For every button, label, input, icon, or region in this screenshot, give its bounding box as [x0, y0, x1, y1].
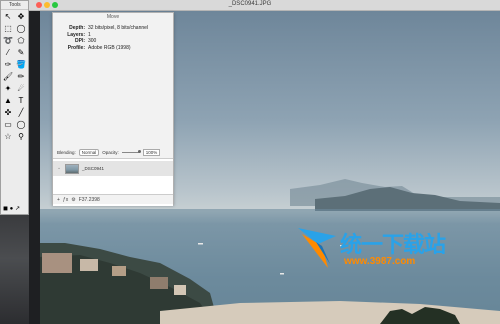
inspector-footer: + ƒx ⚙ F37.2398 — [53, 194, 173, 204]
move-icon[interactable]: ✥ — [15, 11, 27, 23]
quick-select-icon[interactable]: ✎ — [15, 47, 27, 59]
add-layer-icon[interactable]: + — [57, 197, 60, 203]
tools-palette: Tools ↖ ✥ ⬚ ◯ ➰ ⬠ ⁄ ✎ ✑ 🪣 🖌 ✏ ✦ ☄ ▲ T ✜ ╱ ▭ ◯ ☆ ⚲ ◼ ● ↗ — [0, 0, 29, 215]
coords-readout: F37.2398 — [78, 196, 100, 203]
clone-icon[interactable]: ✦ — [2, 83, 14, 95]
smudge-icon[interactable]: ☄ — [15, 83, 27, 95]
inspector-title: Move — [106, 14, 120, 20]
paint-bucket-icon[interactable]: 🪣 — [15, 59, 27, 71]
layer-controls: Blending: Normal Opacity: 100% — [57, 149, 169, 156]
opacity-field[interactable]: 100% — [142, 149, 161, 156]
lasso-icon[interactable]: ➰ — [2, 35, 14, 47]
shape-icon[interactable]: ✜ — [2, 107, 14, 119]
tools-grid: ↖ ✥ ⬚ ◯ ➰ ⬠ ⁄ ✎ ✑ 🪣 🖌 ✏ ✦ ☄ ▲ T ✜ ╱ ▭ ◯ ☆ ⚲ — [1, 10, 28, 144]
arrow-icon[interactable]: ↖ — [2, 11, 14, 23]
layer-row[interactable]: ◦ _DSC0941 — [53, 161, 173, 176]
eyedropper-icon[interactable]: ✑ — [2, 59, 14, 71]
image-info: Depth: 32 bits/pixel, 8 bits/channel Lay… — [53, 25, 148, 51]
opacity-slider[interactable] — [121, 150, 141, 153]
watermark-url: www.3987.com — [344, 256, 416, 267]
window-titlebar: _DSC0941.JPG — [0, 0, 500, 11]
layers-inspector: Move Depth: 32 bits/pixel, 8 bits/channe… — [52, 12, 174, 206]
opacity-label: Opacity: — [102, 150, 119, 155]
window-title: _DSC0941.JPG — [228, 1, 272, 7]
text-icon[interactable]: T — [15, 95, 27, 107]
tools-palette-title: Tools — [1, 1, 28, 10]
gear-icon[interactable]: ⚙ — [71, 197, 75, 203]
watermark-emblem — [298, 228, 336, 268]
brush-icon[interactable]: 🖌 — [2, 71, 14, 83]
blending-label: Blending: — [57, 150, 76, 155]
profile-value: Adobe RGB (1998) — [88, 44, 131, 51]
pencil-icon[interactable]: ✏ — [15, 71, 27, 83]
color-swatches[interactable]: ◼ ● ↗ — [3, 205, 20, 212]
ellipse-select-icon[interactable]: ◯ — [15, 23, 27, 35]
rect-select-icon[interactable]: ⬚ — [2, 23, 14, 35]
line-icon[interactable]: ╱ — [15, 107, 27, 119]
burn-icon[interactable]: ▲ — [2, 95, 14, 107]
ellipse-icon[interactable]: ◯ — [15, 119, 27, 131]
info-profile: Profile: Adobe RGB (1998) — [53, 45, 148, 52]
profile-label: Profile: — [67, 44, 85, 51]
background-strip — [0, 215, 29, 324]
blending-select[interactable]: Normal — [78, 149, 100, 156]
depth-value: 32 bits/pixel, 8 bits/channel — [88, 25, 149, 31]
layer-name: _DSC0941 — [82, 166, 105, 171]
effects-icon[interactable]: ƒx — [63, 197, 68, 203]
watermark-logo: 统一下载站 www.3987.com — [296, 224, 496, 270]
visibility-eye-icon[interactable]: ◦ — [53, 166, 65, 172]
layer-thumbnail — [65, 163, 79, 174]
rectangle-icon[interactable]: ▭ — [2, 119, 14, 131]
star-icon[interactable]: ☆ — [2, 131, 14, 143]
magic-wand-icon[interactable]: ⁄ — [2, 47, 14, 59]
zoom-icon[interactable]: ⚲ — [15, 131, 27, 143]
watermark-brand: 统一下载站 — [340, 232, 446, 257]
poly-lasso-icon[interactable]: ⬠ — [15, 35, 27, 47]
